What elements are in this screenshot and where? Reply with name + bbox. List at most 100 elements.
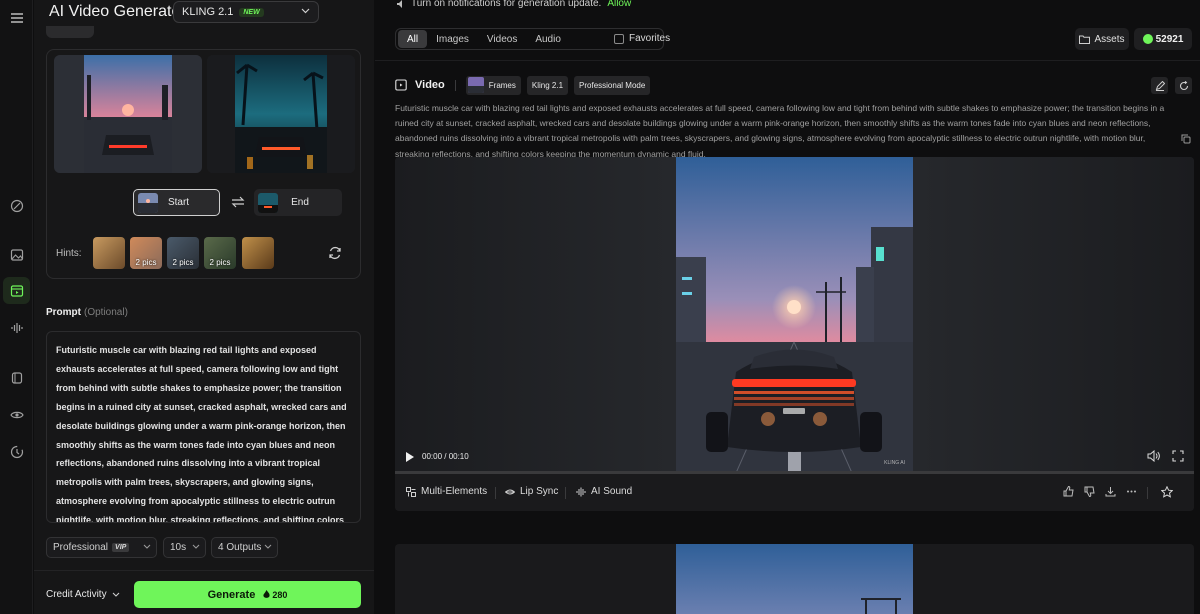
sound-wave-icon — [576, 487, 586, 497]
duration-value: 10s — [170, 542, 187, 553]
history-icon[interactable] — [3, 438, 30, 465]
prompt-text[interactable]: Futuristic muscle car with blazing red t… — [47, 332, 360, 522]
lip-sync-button[interactable]: Lip Sync — [505, 486, 558, 497]
chip-frames: Frames — [465, 75, 521, 95]
result-description: Futuristic muscle car with blazing red t… — [395, 103, 1165, 159]
outputs-value: 4 Outputs — [218, 542, 262, 553]
hint-thumbnail[interactable]: 2 pics — [130, 237, 162, 269]
edit-icon[interactable] — [1151, 77, 1168, 94]
new-badge: NEW — [239, 7, 264, 17]
ai-sound-button[interactable]: AI Sound — [576, 486, 632, 497]
duration-select[interactable]: 10s — [163, 537, 206, 558]
frames-thumbnail — [467, 77, 484, 93]
copy-icon[interactable] — [1181, 134, 1191, 144]
play-icon[interactable] — [405, 451, 415, 463]
start-frame-button[interactable]: Start — [133, 189, 220, 216]
tab-videos[interactable]: Videos — [478, 30, 526, 48]
chevron-down-icon — [112, 592, 120, 597]
lips-icon — [505, 488, 515, 496]
video-player[interactable]: KLING AI 00:00 / 00:10 Multi-Elements Li… — [395, 157, 1194, 511]
mode-select[interactable]: Professional VIP — [46, 537, 157, 558]
eye-icon[interactable] — [3, 401, 30, 428]
generate-cost: 280 — [263, 590, 287, 600]
hints-label: Hints: — [56, 248, 82, 259]
tab-images[interactable]: Images — [427, 30, 478, 48]
flame-icon — [263, 590, 270, 599]
chevron-down-icon — [301, 8, 310, 14]
notification-bar: Turn on notifications for generation upd… — [395, 0, 631, 9]
tab-all[interactable]: All — [398, 30, 428, 48]
credits-balance[interactable]: 52921 — [1134, 28, 1192, 50]
result-title: Video — [415, 79, 445, 91]
icon-rail — [0, 0, 33, 614]
favorites-checkbox[interactable]: Favorites — [614, 33, 670, 44]
regenerate-icon[interactable] — [1175, 77, 1192, 94]
video-frame[interactable]: KLING AI — [676, 157, 913, 473]
more-icon[interactable] — [1126, 486, 1137, 497]
prompt-input[interactable]: Futuristic muscle car with blazing red t… — [46, 331, 361, 523]
prompt-label: Prompt (Optional) — [46, 307, 128, 318]
panel-header: AI Video Generator KLING 2.1 NEW — [34, 0, 374, 24]
assets-button[interactable]: Assets — [1075, 28, 1129, 50]
chevron-down-icon — [264, 544, 272, 549]
results-area: Turn on notifications for generation upd… — [375, 0, 1200, 614]
video-frame[interactable] — [676, 544, 913, 614]
end-frame-image[interactable] — [207, 55, 355, 173]
hint-thumbnail[interactable] — [242, 237, 274, 269]
thumbs-down-icon[interactable] — [1084, 486, 1095, 497]
model-select[interactable]: KLING 2.1 NEW — [173, 1, 319, 23]
tab-audio[interactable]: Audio — [526, 30, 570, 48]
end-label: End — [291, 197, 309, 208]
hint-thumbnail[interactable]: 2 pics — [167, 237, 199, 269]
download-icon[interactable] — [1105, 486, 1116, 497]
model-name: KLING 2.1 — [182, 6, 234, 18]
multi-elements-icon — [406, 486, 416, 497]
video-icon[interactable] — [3, 277, 30, 304]
thumbs-up-icon[interactable] — [1063, 486, 1074, 497]
canvas-icon[interactable] — [3, 364, 30, 391]
result-header: Video Frames Kling 2.1 Professional Mode — [395, 75, 651, 95]
explore-icon[interactable] — [3, 192, 30, 219]
bell-icon — [395, 0, 405, 9]
multi-elements-button[interactable]: Multi-Elements — [406, 486, 487, 497]
divider — [565, 487, 566, 499]
start-frame-image[interactable] — [54, 55, 202, 173]
hint-thumbnail[interactable]: 2 pics — [204, 237, 236, 269]
end-frame-button[interactable]: End — [254, 189, 342, 216]
credit-icon — [1142, 34, 1153, 44]
chevron-down-icon — [192, 544, 200, 549]
fullscreen-icon[interactable] — [1172, 450, 1184, 462]
app-title: AI Video Generator — [49, 3, 186, 20]
video-toolbar: Multi-Elements Lip Sync AI Sound — [395, 475, 1194, 511]
checkbox[interactable] — [614, 33, 624, 44]
chip-model: Kling 2.1 — [526, 75, 569, 95]
time-display: 00:00 / 00:10 — [422, 452, 469, 461]
generator-panel: AI Video Generator KLING 2.1 NEW Start E… — [34, 0, 374, 614]
mode-value: Professional — [53, 542, 109, 553]
hint-thumbnail[interactable] — [93, 237, 125, 269]
divider — [1147, 487, 1148, 499]
refresh-icon[interactable] — [328, 246, 342, 260]
filter-tabs: All Images Videos Audio Favorites — [395, 28, 670, 50]
allow-link[interactable]: Allow — [607, 0, 631, 9]
generate-label: Generate — [207, 588, 256, 601]
outputs-select[interactable]: 4 Outputs — [211, 537, 278, 558]
mode-tab[interactable] — [46, 26, 94, 38]
video-icon — [395, 79, 407, 91]
credit-activity-button[interactable]: Credit Activity — [46, 589, 120, 600]
star-icon[interactable] — [1161, 486, 1173, 498]
chip-mode: Professional Mode — [574, 75, 651, 95]
volume-icon[interactable] — [1147, 450, 1161, 462]
generate-button[interactable]: Generate 280 — [134, 581, 361, 608]
image-icon[interactable] — [3, 241, 30, 268]
end-thumbnail — [258, 192, 278, 213]
divider — [495, 487, 496, 499]
chevron-down-icon — [143, 544, 151, 549]
audio-icon[interactable] — [3, 314, 30, 341]
optional-label: (Optional) — [84, 307, 128, 318]
panel-footer: Credit Activity Generate 280 — [34, 570, 374, 614]
menu-icon[interactable] — [3, 4, 30, 31]
swap-icon[interactable] — [231, 196, 245, 208]
progress-bar[interactable] — [395, 471, 1194, 474]
video-player[interactable] — [395, 544, 1194, 614]
